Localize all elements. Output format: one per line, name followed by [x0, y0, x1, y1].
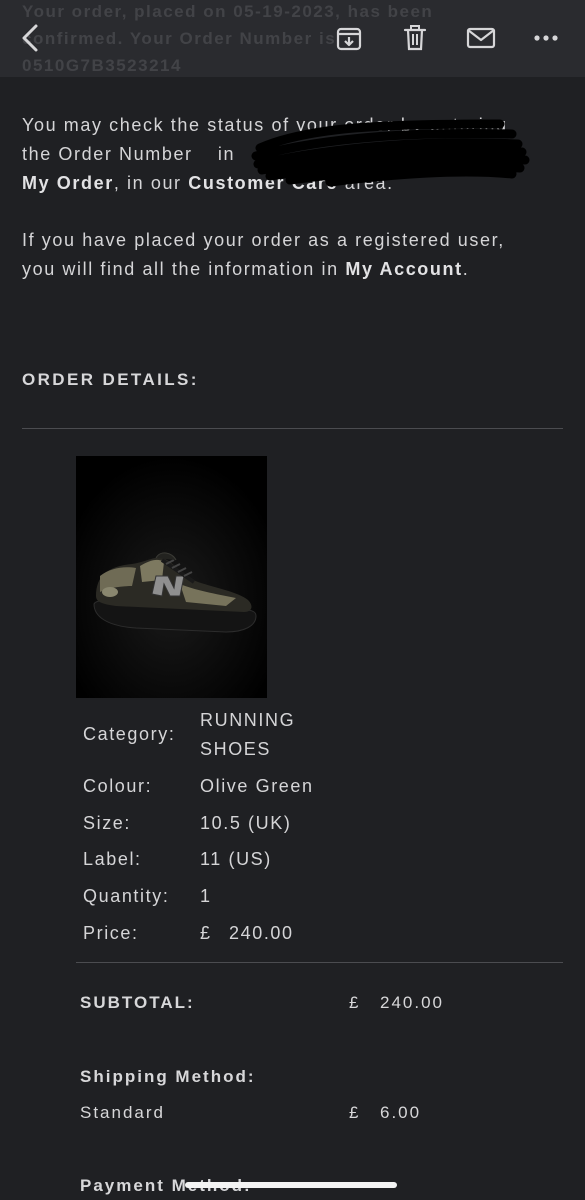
price-currency: £	[200, 923, 212, 943]
back-button[interactable]	[14, 22, 46, 54]
paragraph-text: in	[217, 144, 236, 164]
label-label: Label:	[83, 849, 142, 869]
shipping-method-label: Shipping Method:	[80, 1067, 256, 1086]
shipping-method-value: Standard	[80, 1103, 165, 1122]
subtotal-currency: £	[349, 993, 361, 1012]
archive-button[interactable]	[333, 22, 365, 54]
size-label: Size:	[83, 813, 132, 833]
trash-icon	[403, 25, 427, 51]
divider	[76, 962, 563, 963]
redaction-scribble	[251, 119, 530, 187]
email-toolbar: Your order, placed on 05-19-2023, has be…	[0, 0, 585, 77]
archive-icon	[336, 27, 362, 51]
price-label: Price:	[83, 923, 139, 943]
registered-user-paragraph: If you have placed your order as a regis…	[22, 226, 542, 284]
subtotal-label: SUBTOTAL:	[80, 993, 195, 1012]
more-button[interactable]	[530, 22, 562, 54]
quantity-label: Quantity:	[83, 886, 170, 906]
order-details-title: ORDER DETAILS:	[22, 370, 199, 389]
size-value: 10.5 (UK)	[200, 813, 292, 833]
ghost-line-2: confirmed. Your Order Number is	[22, 29, 337, 48]
quantity-value: 1	[200, 886, 212, 906]
ellipsis-icon	[534, 35, 558, 41]
reply-mail-button[interactable]	[465, 22, 497, 54]
scrolled-subject-text: Your order, placed on 05-19-2023, has be…	[22, 0, 542, 77]
home-indicator[interactable]	[185, 1182, 397, 1188]
label-value: 11 (US)	[200, 849, 272, 869]
divider	[22, 428, 563, 429]
running-shoe-illustration	[76, 456, 267, 698]
category-value-line2: SHOES	[200, 739, 272, 759]
price-value: 240.00	[229, 923, 294, 943]
envelope-icon	[466, 27, 496, 49]
subtotal-value: 240.00	[380, 993, 444, 1012]
my-order-link[interactable]: My Order	[22, 173, 114, 193]
shipping-currency: £	[349, 1103, 361, 1122]
ghost-line-3: 0510G7B3523214	[22, 56, 182, 75]
ghost-line-1: Your order, placed on 05-19-2023, has be…	[22, 2, 434, 21]
shipping-cost-value: 6.00	[380, 1103, 422, 1122]
delete-button[interactable]	[399, 22, 431, 54]
paragraph-text: .	[462, 259, 470, 279]
chevron-left-icon	[22, 24, 38, 52]
category-label: Category:	[83, 724, 176, 744]
category-value-line1: RUNNING	[200, 710, 296, 730]
colour-label: Colour:	[83, 776, 153, 796]
colour-value: Olive Green	[200, 776, 314, 796]
product-image	[76, 456, 267, 698]
my-account-link[interactable]: My Account	[345, 259, 462, 279]
paragraph-text: , in our	[113, 173, 182, 193]
